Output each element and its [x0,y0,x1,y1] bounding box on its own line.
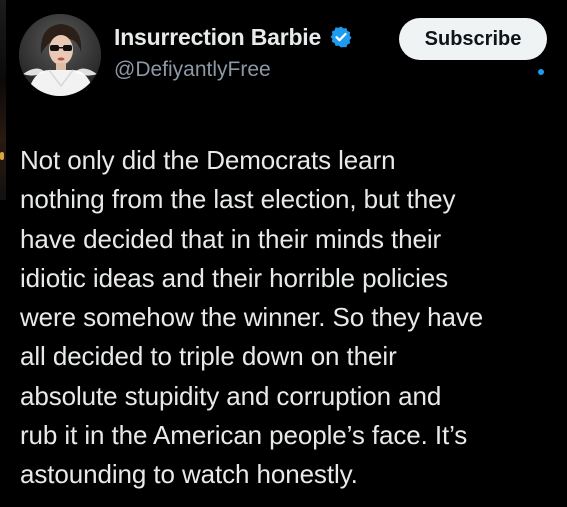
post-text-line: astounding to watch honestly. [20,459,358,490]
verified-badge-icon [329,25,353,49]
post-text-line: all decided to triple down on their [20,341,397,372]
display-name[interactable]: Insurrection Barbie [114,24,321,51]
screen-edge-artifact [0,0,6,200]
unread-dot-icon [538,69,544,75]
post-text-line: idiotic ideas and their horrible policie… [20,262,449,293]
avatar-woman-sunglasses-icon [19,14,101,96]
post-text-line: absolute stupidity and corruption and [20,380,442,411]
edge-highlight [0,152,4,160]
post-text-line: Not only did the Democrats learn [20,145,396,175]
post-text-line: were somehow the winner. So they have [20,302,484,333]
post-text-line: have decided that in their minds their [20,223,442,254]
user-handle[interactable]: @DefiyantlyFree [114,58,353,82]
post-text-line: rub it in the American people’s face. It… [20,420,468,451]
subscribe-button[interactable]: Subscribe [399,18,547,60]
name-row: Insurrection Barbie [114,20,353,54]
post-text: Not only did the Democrats learn nothing… [20,141,560,495]
avatar[interactable] [19,14,101,96]
post-text-line: nothing from the last election, but they [20,184,456,215]
post-card: Insurrection Barbie @DefiyantlyFree Subs… [0,0,567,507]
author-info: Insurrection Barbie @DefiyantlyFree [114,20,353,82]
